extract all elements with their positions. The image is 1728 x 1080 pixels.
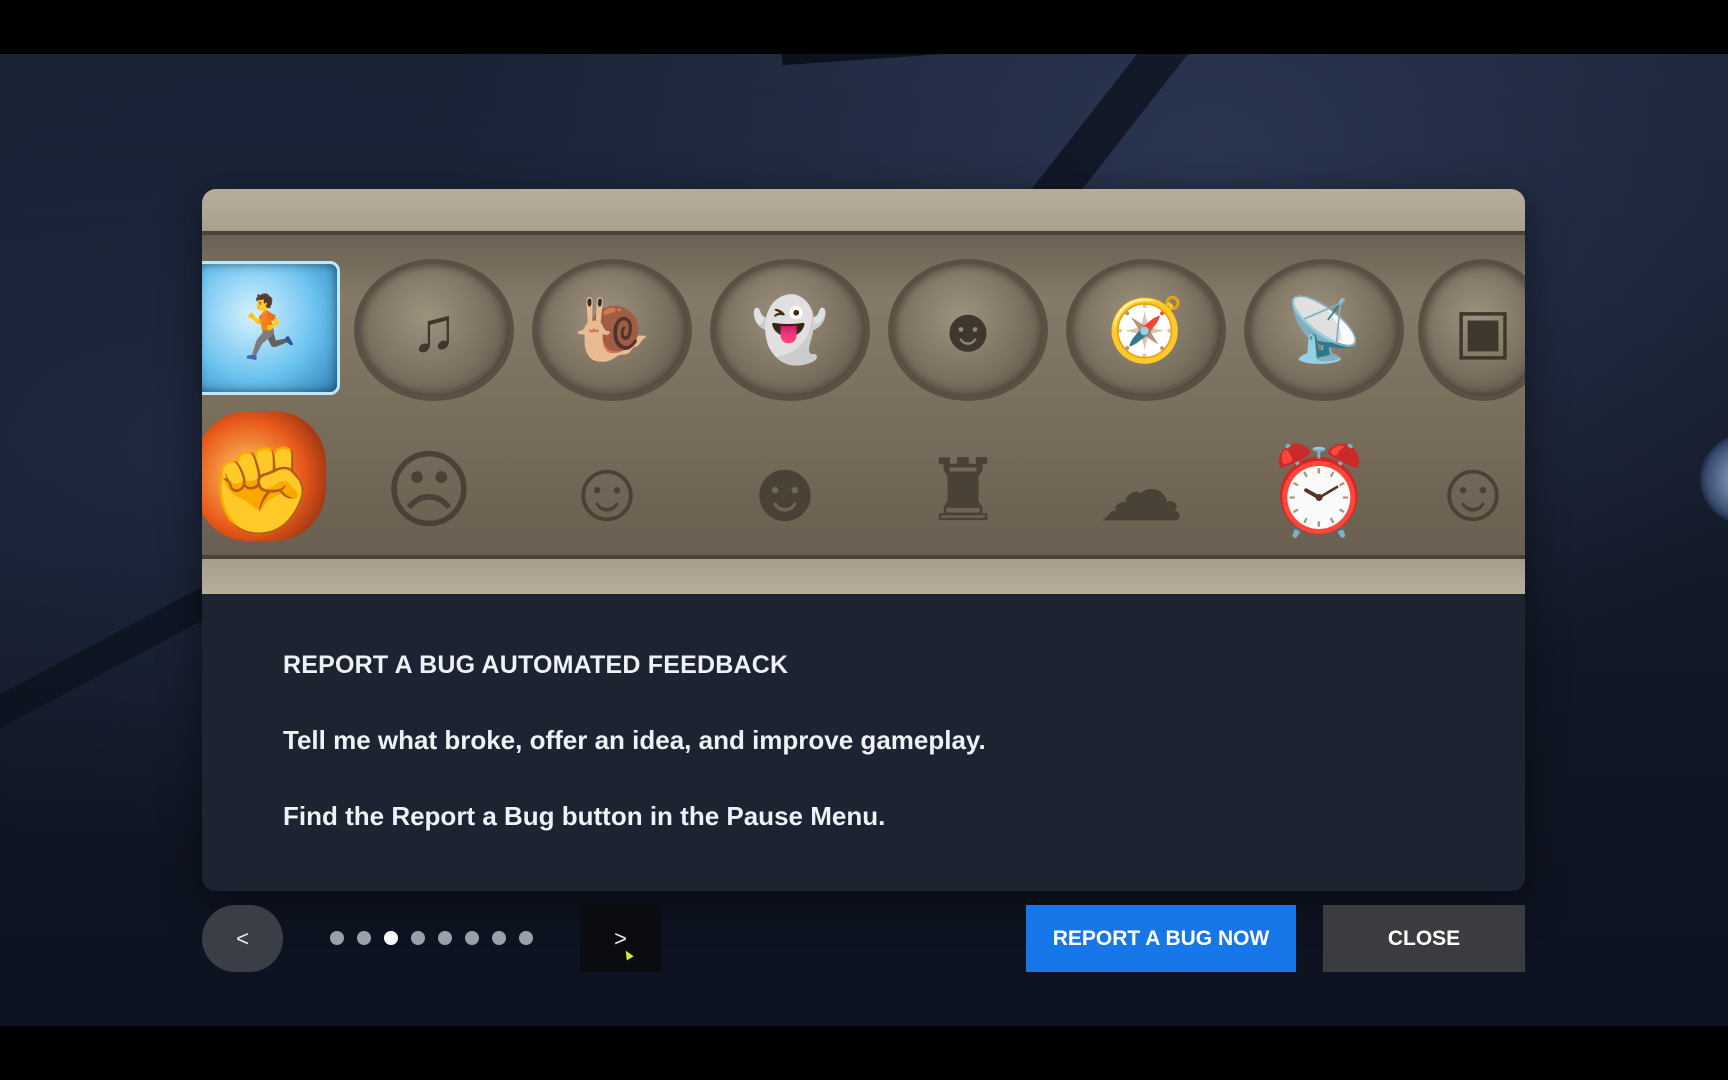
burning-fist-icon: ✊ — [202, 411, 326, 541]
page-dot[interactable] — [357, 931, 371, 945]
clock-gears-icon: ⏰ — [1265, 443, 1373, 539]
previous-page-button[interactable]: < — [202, 905, 283, 972]
page-dot[interactable] — [492, 931, 506, 945]
page-dot[interactable] — [411, 931, 425, 945]
dialog-content: REPORT A BUG AUTOMATED FEEDBACK Tell me … — [202, 594, 1525, 891]
frustrated-person-icon: ☹ — [384, 443, 474, 539]
page-dot[interactable] — [438, 931, 452, 945]
gramophone-icon: ♫ — [354, 259, 514, 401]
soldier-with-ghosts-icon: 👻 — [710, 259, 870, 401]
frozen-runner-icon: 🏃 — [202, 261, 340, 395]
background-orb — [1700, 434, 1728, 524]
next-page-button[interactable]: > — [580, 905, 661, 972]
bug-report-dialog: 🏃 ♫ 🐌 👻 ☻ 🧭 📡 ▣ ✊ ☹ ☺ ☻ ♜ ☁ ⏰ ☺ REPORT A… — [202, 189, 1525, 891]
jester-icon: ☻ — [739, 443, 831, 539]
dialog-instruction: Find the Report a Bug button in the Paus… — [283, 801, 886, 831]
page-dot[interactable] — [519, 931, 533, 945]
mask-face-icon: ☺ — [1429, 443, 1517, 539]
background-beam — [780, 54, 1728, 66]
page-dot[interactable] — [330, 931, 344, 945]
dialog-description: Tell me what broke, offer an idea, and i… — [283, 725, 986, 755]
letterbox-top — [0, 0, 1728, 54]
page-indicator — [330, 931, 533, 945]
sad-person-rain-cloud-icon: ☁ — [1098, 443, 1184, 539]
hero-illustration: 🏃 ♫ 🐌 👻 ☻ 🧭 📡 ▣ ✊ ☹ ☺ ☻ ♜ ☁ ⏰ ☺ — [202, 189, 1525, 594]
dialog-heading: REPORT A BUG AUTOMATED FEEDBACK — [283, 651, 789, 679]
satellite-dish-icon: 📡 — [1244, 259, 1404, 401]
letterbox-bottom — [0, 1026, 1728, 1080]
crumbling-statue-icon: ♜ — [924, 443, 1002, 539]
broken-wall-figure-icon: ☻ — [888, 259, 1048, 401]
confused-face-icon: ☺ — [563, 443, 651, 539]
page-dot[interactable] — [465, 931, 479, 945]
page-dot-active[interactable] — [384, 931, 398, 945]
report-bug-button[interactable]: REPORT A BUG NOW — [1026, 905, 1296, 972]
close-button[interactable]: CLOSE — [1323, 905, 1525, 972]
snail-and-car-icon: 🐌 — [532, 259, 692, 401]
map-and-compass-icon: 🧭 — [1066, 259, 1226, 401]
